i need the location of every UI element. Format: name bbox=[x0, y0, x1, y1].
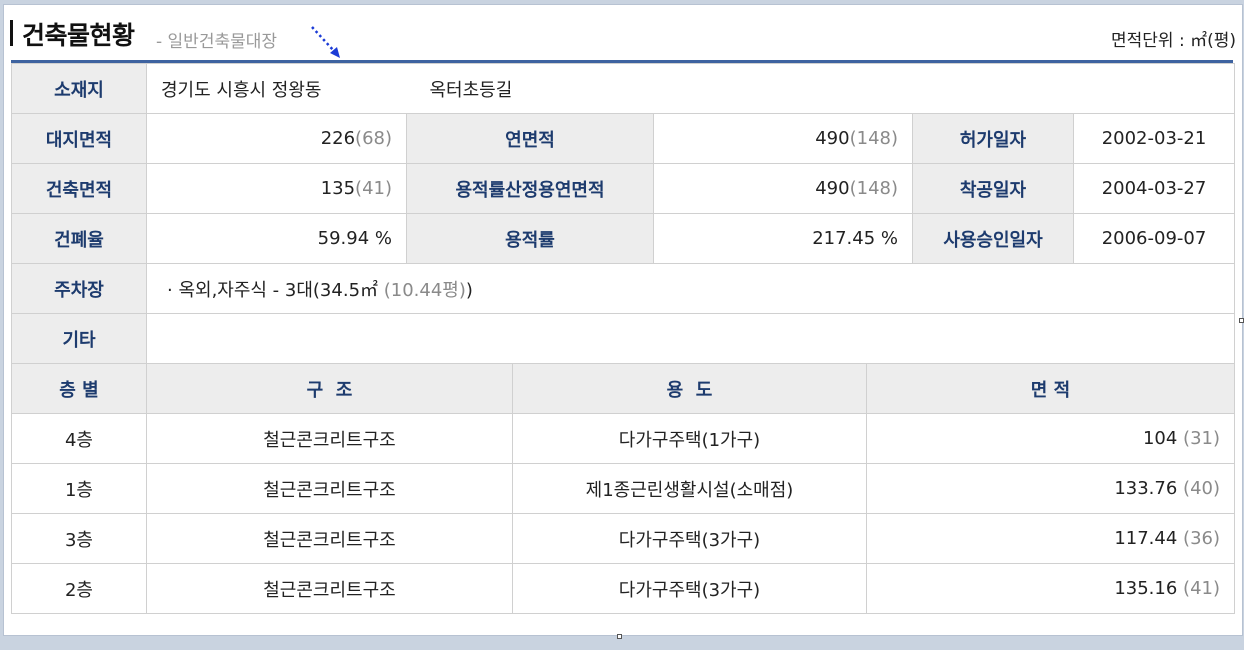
building-area-value: 135(41) bbox=[146, 163, 407, 214]
etc-label: 기타 bbox=[11, 313, 147, 364]
page-subtitle: - 일반건축물대장 bbox=[156, 32, 278, 52]
resize-handle-bottom[interactable] bbox=[617, 634, 622, 639]
parking-value: · 옥외,자주식 - 3대(34.5㎡ (10.44평)) bbox=[146, 263, 1235, 314]
parking-row: 주차장 · 옥외,자주식 - 3대(34.5㎡ (10.44평)) bbox=[11, 263, 1235, 314]
floor-header-row: 층 별 구 조 용 도 면 적 bbox=[11, 363, 1235, 414]
total-floor-area-label: 연면적 bbox=[406, 113, 654, 164]
location-label: 소재지 bbox=[11, 63, 147, 114]
use-approval-label: 사용승인일자 bbox=[912, 213, 1074, 264]
area-cell: 104 (31) bbox=[866, 413, 1235, 464]
area-cell: 133.76 (40) bbox=[866, 463, 1235, 514]
area-column-header: 면 적 bbox=[866, 363, 1235, 414]
total-floor-area-value: 490(148) bbox=[653, 113, 913, 164]
etc-row: 기타 bbox=[11, 313, 1235, 364]
floor-cell: 3층 bbox=[11, 513, 147, 564]
permit-date-value: 2002-03-21 bbox=[1073, 113, 1235, 164]
table-row: 2층 철근콘크리트구조 다가구주택(3가구) 135.16 (41) bbox=[11, 563, 1235, 614]
permit-date-label: 허가일자 bbox=[912, 113, 1074, 164]
title-marker bbox=[10, 20, 13, 46]
area-cell: 135.16 (41) bbox=[866, 563, 1235, 614]
floor-area-ratio-label: 용적률 bbox=[406, 213, 654, 264]
building-area-label: 건축면적 bbox=[11, 163, 147, 214]
area-unit-label: 면적단위 : ㎡(평) bbox=[1111, 31, 1236, 51]
structure-cell: 철근콘크리트구조 bbox=[146, 463, 513, 514]
use-cell: 제1종근린생활시설(소매점) bbox=[512, 463, 867, 514]
title-bar: 건축물현황 - 일반건축물대장 면적단위 : ㎡(평) bbox=[4, 5, 1242, 60]
road-name-text: 옥터초등길 bbox=[429, 79, 513, 101]
etc-value bbox=[146, 313, 1235, 364]
table-row: 3층 철근콘크리트구조 다가구주택(3가구) 117.44 (36) bbox=[11, 513, 1235, 564]
structure-cell: 철근콘크리트구조 bbox=[146, 563, 513, 614]
coverage-ratio-value: 59.94 % bbox=[146, 213, 407, 264]
far-floor-area-value: 490(148) bbox=[653, 163, 913, 214]
structure-cell: 철근콘크리트구조 bbox=[146, 513, 513, 564]
table-row: 4층 철근콘크리트구조 다가구주택(1가구) 104 (31) bbox=[11, 413, 1235, 464]
site-area-label: 대지면적 bbox=[11, 113, 147, 164]
address-text: 경기도 시흥시 정왕동 bbox=[161, 79, 322, 101]
coverage-ratio-label: 건폐율 bbox=[11, 213, 147, 264]
page-title: 건축물현황 bbox=[22, 21, 135, 50]
floor-column-header: 층 별 bbox=[11, 363, 147, 414]
location-row: 소재지 경기도 시흥시 정왕동 옥터초등길 bbox=[11, 63, 1235, 114]
location-value: 경기도 시흥시 정왕동 옥터초등길 bbox=[146, 63, 1235, 114]
far-floor-area-label: 용적률산정용연면적 bbox=[406, 163, 654, 214]
use-column-header: 용 도 bbox=[512, 363, 867, 414]
site-area-value: 226(68) bbox=[146, 113, 407, 164]
dotted-arrow-icon bbox=[311, 26, 340, 58]
info-row: 건폐율 59.94 % 용적률 217.45 % 사용승인일자 2006-09-… bbox=[11, 213, 1235, 264]
building-register-table: 소재지 경기도 시흥시 정왕동 옥터초등길 대지면적 226(68) 연면적 49… bbox=[11, 63, 1235, 614]
area-cell: 117.44 (36) bbox=[866, 513, 1235, 564]
use-cell: 다가구주택(3가구) bbox=[512, 513, 867, 564]
parking-label: 주차장 bbox=[11, 263, 147, 314]
use-approval-value: 2006-09-07 bbox=[1073, 213, 1235, 264]
floor-cell: 2층 bbox=[11, 563, 147, 614]
construction-start-value: 2004-03-27 bbox=[1073, 163, 1235, 214]
info-row: 건축면적 135(41) 용적률산정용연면적 490(148) 착공일자 200… bbox=[11, 163, 1235, 214]
info-row: 대지면적 226(68) 연면적 490(148) 허가일자 2002-03-2… bbox=[11, 113, 1235, 164]
floor-area-ratio-value: 217.45 % bbox=[653, 213, 913, 264]
resize-handle-right[interactable] bbox=[1239, 318, 1244, 323]
structure-cell: 철근콘크리트구조 bbox=[146, 413, 513, 464]
table-row: 1층 철근콘크리트구조 제1종근린생활시설(소매점) 133.76 (40) bbox=[11, 463, 1235, 514]
floor-cell: 1층 bbox=[11, 463, 147, 514]
construction-start-label: 착공일자 bbox=[912, 163, 1074, 214]
floor-cell: 4층 bbox=[11, 413, 147, 464]
building-status-panel: 건축물현황 - 일반건축물대장 면적단위 : ㎡(평) 소재지 경기도 시흥시 … bbox=[4, 5, 1242, 635]
use-cell: 다가구주택(3가구) bbox=[512, 563, 867, 614]
use-cell: 다가구주택(1가구) bbox=[512, 413, 867, 464]
structure-column-header: 구 조 bbox=[146, 363, 513, 414]
